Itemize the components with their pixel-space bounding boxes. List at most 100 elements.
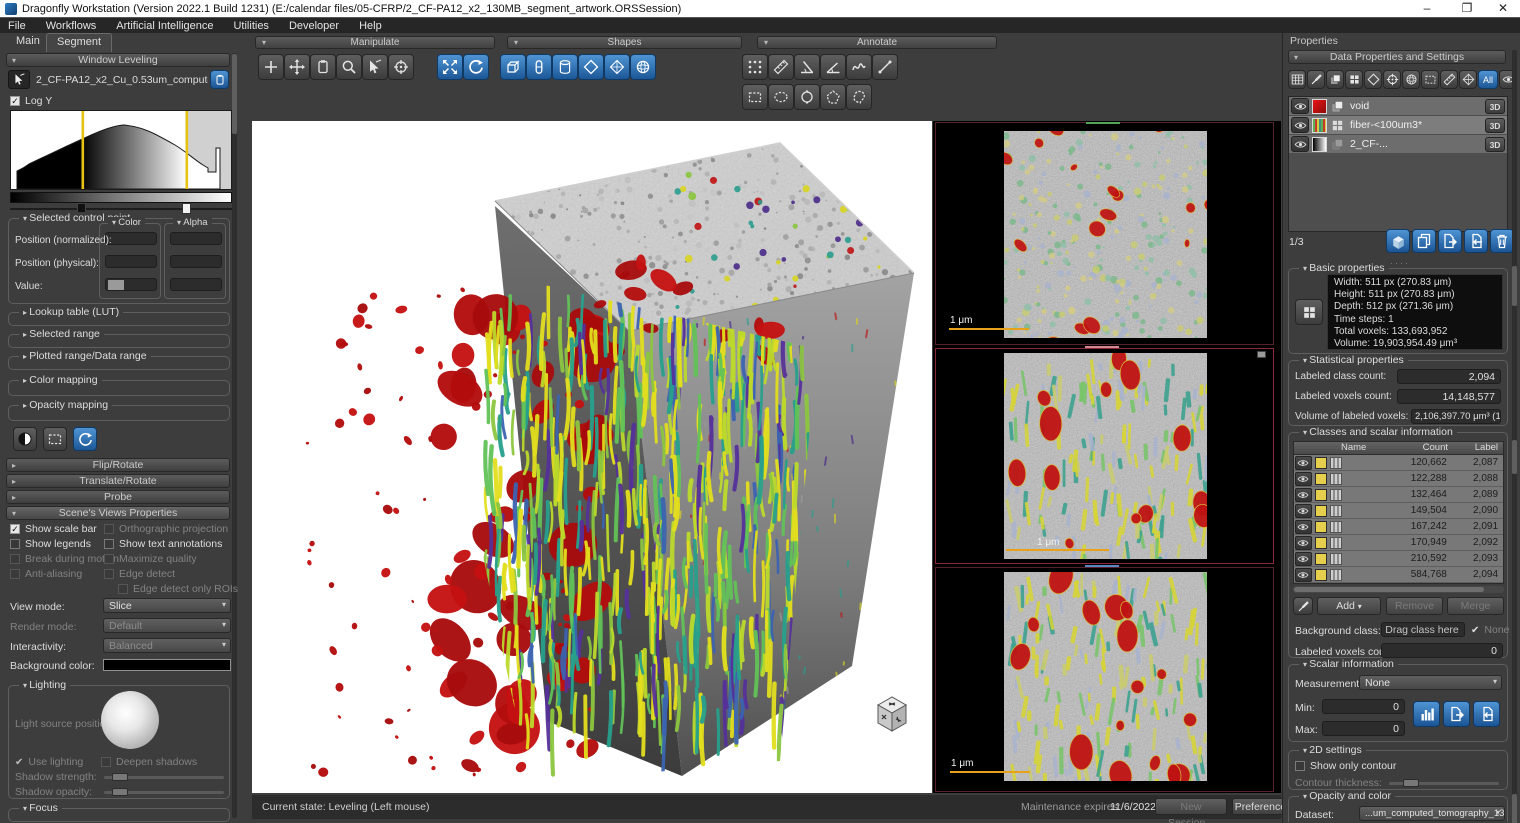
class-row[interactable]: 149,5042,090: [1294, 503, 1503, 519]
edge-detect-checkbox[interactable]: Edge detect: [104, 568, 175, 580]
visibility-eye-icon[interactable]: [1291, 117, 1309, 133]
class-color-swatch[interactable]: [1315, 489, 1327, 501]
group-manipulate[interactable]: ▾Manipulate: [255, 36, 495, 49]
annotate-angle-button[interactable]: [794, 54, 820, 80]
scalar-histogram-button[interactable]: [1413, 701, 1440, 727]
class-eye-icon[interactable]: [1295, 552, 1312, 566]
shape-diamond-button[interactable]: [578, 54, 604, 80]
invert-contrast-button[interactable]: [13, 427, 37, 451]
filter-table-icon[interactable]: [1288, 70, 1306, 89]
scalar-export-button[interactable]: [1443, 701, 1470, 727]
slice-view-top[interactable]: 1 μm: [935, 122, 1274, 345]
menu-file[interactable]: File: [8, 20, 26, 32]
dataset-lut-swatch[interactable]: [1312, 137, 1327, 152]
shape-cylinder-button[interactable]: [552, 54, 578, 80]
filter-all-button[interactable]: All: [1478, 70, 1498, 89]
class-row[interactable]: 120,6622,087: [1294, 455, 1503, 471]
probe-bar[interactable]: ▸Probe: [6, 490, 230, 504]
restore-button[interactable]: ❐: [1452, 0, 1482, 17]
class-color-swatch[interactable]: [1315, 473, 1327, 485]
class-eye-icon[interactable]: [1295, 520, 1312, 534]
alpha-pos-norm-field[interactable]: [170, 232, 222, 245]
delete-button[interactable]: [1490, 229, 1514, 253]
break-during-motion-checkbox[interactable]: Break during motion: [10, 553, 119, 565]
add-class-button[interactable]: Add ▾: [1317, 597, 1381, 615]
class-row[interactable]: 584,7682,094: [1294, 567, 1503, 583]
class-row[interactable]: 167,2422,091: [1294, 519, 1503, 535]
lut-group[interactable]: Lookup table (LUT): [8, 312, 230, 326]
tab-main[interactable]: Main: [6, 33, 50, 52]
menu-utilities[interactable]: Utilities: [233, 20, 268, 32]
filter-fibers-icon[interactable]: [1440, 70, 1458, 89]
annotate-angle2-button[interactable]: [820, 54, 846, 80]
class-row[interactable]: 122,2882,088: [1294, 471, 1503, 487]
duplicate-button[interactable]: [1412, 229, 1436, 253]
min-field[interactable]: 0: [1322, 699, 1405, 714]
max-field[interactable]: 0: [1322, 721, 1405, 736]
menu-artificial-intelligence[interactable]: Artificial Intelligence: [116, 20, 213, 32]
shadow-strength-slider[interactable]: [104, 776, 224, 779]
annotate-path-button[interactable]: [846, 54, 872, 80]
filter-mesh-icon[interactable]: [1364, 70, 1382, 89]
filter-annotation-icon[interactable]: [1307, 70, 1325, 89]
view-mode-select[interactable]: Slice: [103, 598, 231, 613]
color-mapping-group[interactable]: Color mapping: [8, 380, 230, 396]
light-source-sphere[interactable]: [101, 691, 159, 749]
measurement-select[interactable]: None: [1359, 675, 1502, 690]
new-session-button[interactable]: New Session...: [1155, 798, 1227, 815]
dataset-options-button[interactable]: [210, 70, 229, 89]
visibility-eye-icon[interactable]: [1291, 98, 1309, 114]
crosshair-tool-button[interactable]: [258, 54, 284, 80]
log-y-checkbox[interactable]: ✓Log Y: [10, 95, 52, 107]
tab-segment[interactable]: Segment: [46, 33, 112, 52]
background-color-swatch[interactable]: [103, 659, 231, 671]
color-pos-norm-field[interactable]: [105, 232, 157, 245]
plotted-range-group[interactable]: Plotted range/Data range: [8, 356, 230, 370]
list-item-fiber[interactable]: fiber-<100um3* 3D: [1289, 116, 1507, 135]
menu-workflows[interactable]: Workflows: [46, 20, 97, 32]
class-eyedropper-button[interactable]: [1293, 597, 1313, 615]
classes-hscrollbar[interactable]: [1293, 586, 1504, 593]
class-row[interactable]: 132,4642,089: [1294, 487, 1503, 503]
color-value-field[interactable]: [105, 278, 157, 291]
col-count[interactable]: Count: [1394, 442, 1453, 454]
class-eye-icon[interactable]: [1295, 536, 1312, 550]
3d-toggle-button[interactable]: 3D: [1485, 137, 1505, 152]
class-eye-icon[interactable]: [1295, 472, 1312, 486]
background-none-checkbox[interactable]: ✔None: [1471, 624, 1510, 636]
reset-leveling-button[interactable]: [73, 427, 97, 451]
focus-group[interactable]: Focus: [8, 808, 230, 822]
class-color-swatch[interactable]: [1315, 553, 1327, 565]
list-item-void[interactable]: void 3D: [1289, 97, 1507, 116]
class-color-swatch[interactable]: [1315, 521, 1327, 533]
use-lighting-checkbox[interactable]: ✔Use lighting: [15, 756, 83, 768]
class-color-swatch[interactable]: [1315, 569, 1327, 581]
filter-multiroi-icon[interactable]: [1345, 70, 1363, 89]
opacity-mapping-group[interactable]: Opacity mapping: [8, 405, 230, 421]
group-annotate[interactable]: ▾Annotate: [757, 36, 997, 49]
interactivity-select[interactable]: Balanced: [103, 638, 231, 653]
class-eye-icon[interactable]: [1295, 504, 1312, 518]
3d-viewport[interactable]: [252, 121, 932, 793]
zoom-tool-button[interactable]: [336, 54, 362, 80]
annotate-ruler-button[interactable]: [768, 54, 794, 80]
flip-rotate-bar[interactable]: ▸Flip/Rotate: [6, 458, 230, 472]
class-eye-icon[interactable]: [1295, 456, 1312, 470]
slice-view-bottom[interactable]: 1 μm: [935, 567, 1274, 792]
shape-sphere-button[interactable]: [630, 54, 656, 80]
void-color-swatch[interactable]: [1312, 99, 1327, 114]
list-item-dataset[interactable]: 2_CF-... 3D: [1289, 135, 1507, 154]
color-pos-phys-field[interactable]: [105, 255, 157, 268]
panel-resize-handle[interactable]: ····: [1390, 258, 1414, 261]
merge-class-button[interactable]: Merge: [1447, 597, 1504, 615]
shape-mesh-button[interactable]: [604, 54, 630, 80]
leveling-slider-handle-high[interactable]: [182, 203, 191, 214]
show-scale-bar-checkbox[interactable]: ✓Show scale bar: [10, 523, 97, 535]
minimize-button[interactable]: –: [1412, 0, 1442, 17]
3d-toggle-button[interactable]: 3D: [1485, 99, 1505, 114]
group-shapes[interactable]: ▾Shapes: [507, 36, 742, 49]
filter-sphere-icon[interactable]: [1402, 70, 1420, 89]
fit-view-button[interactable]: [437, 54, 463, 80]
orthographic-projection-checkbox[interactable]: Orthographic projection: [104, 523, 228, 535]
filter-roi-icon[interactable]: [1326, 70, 1344, 89]
